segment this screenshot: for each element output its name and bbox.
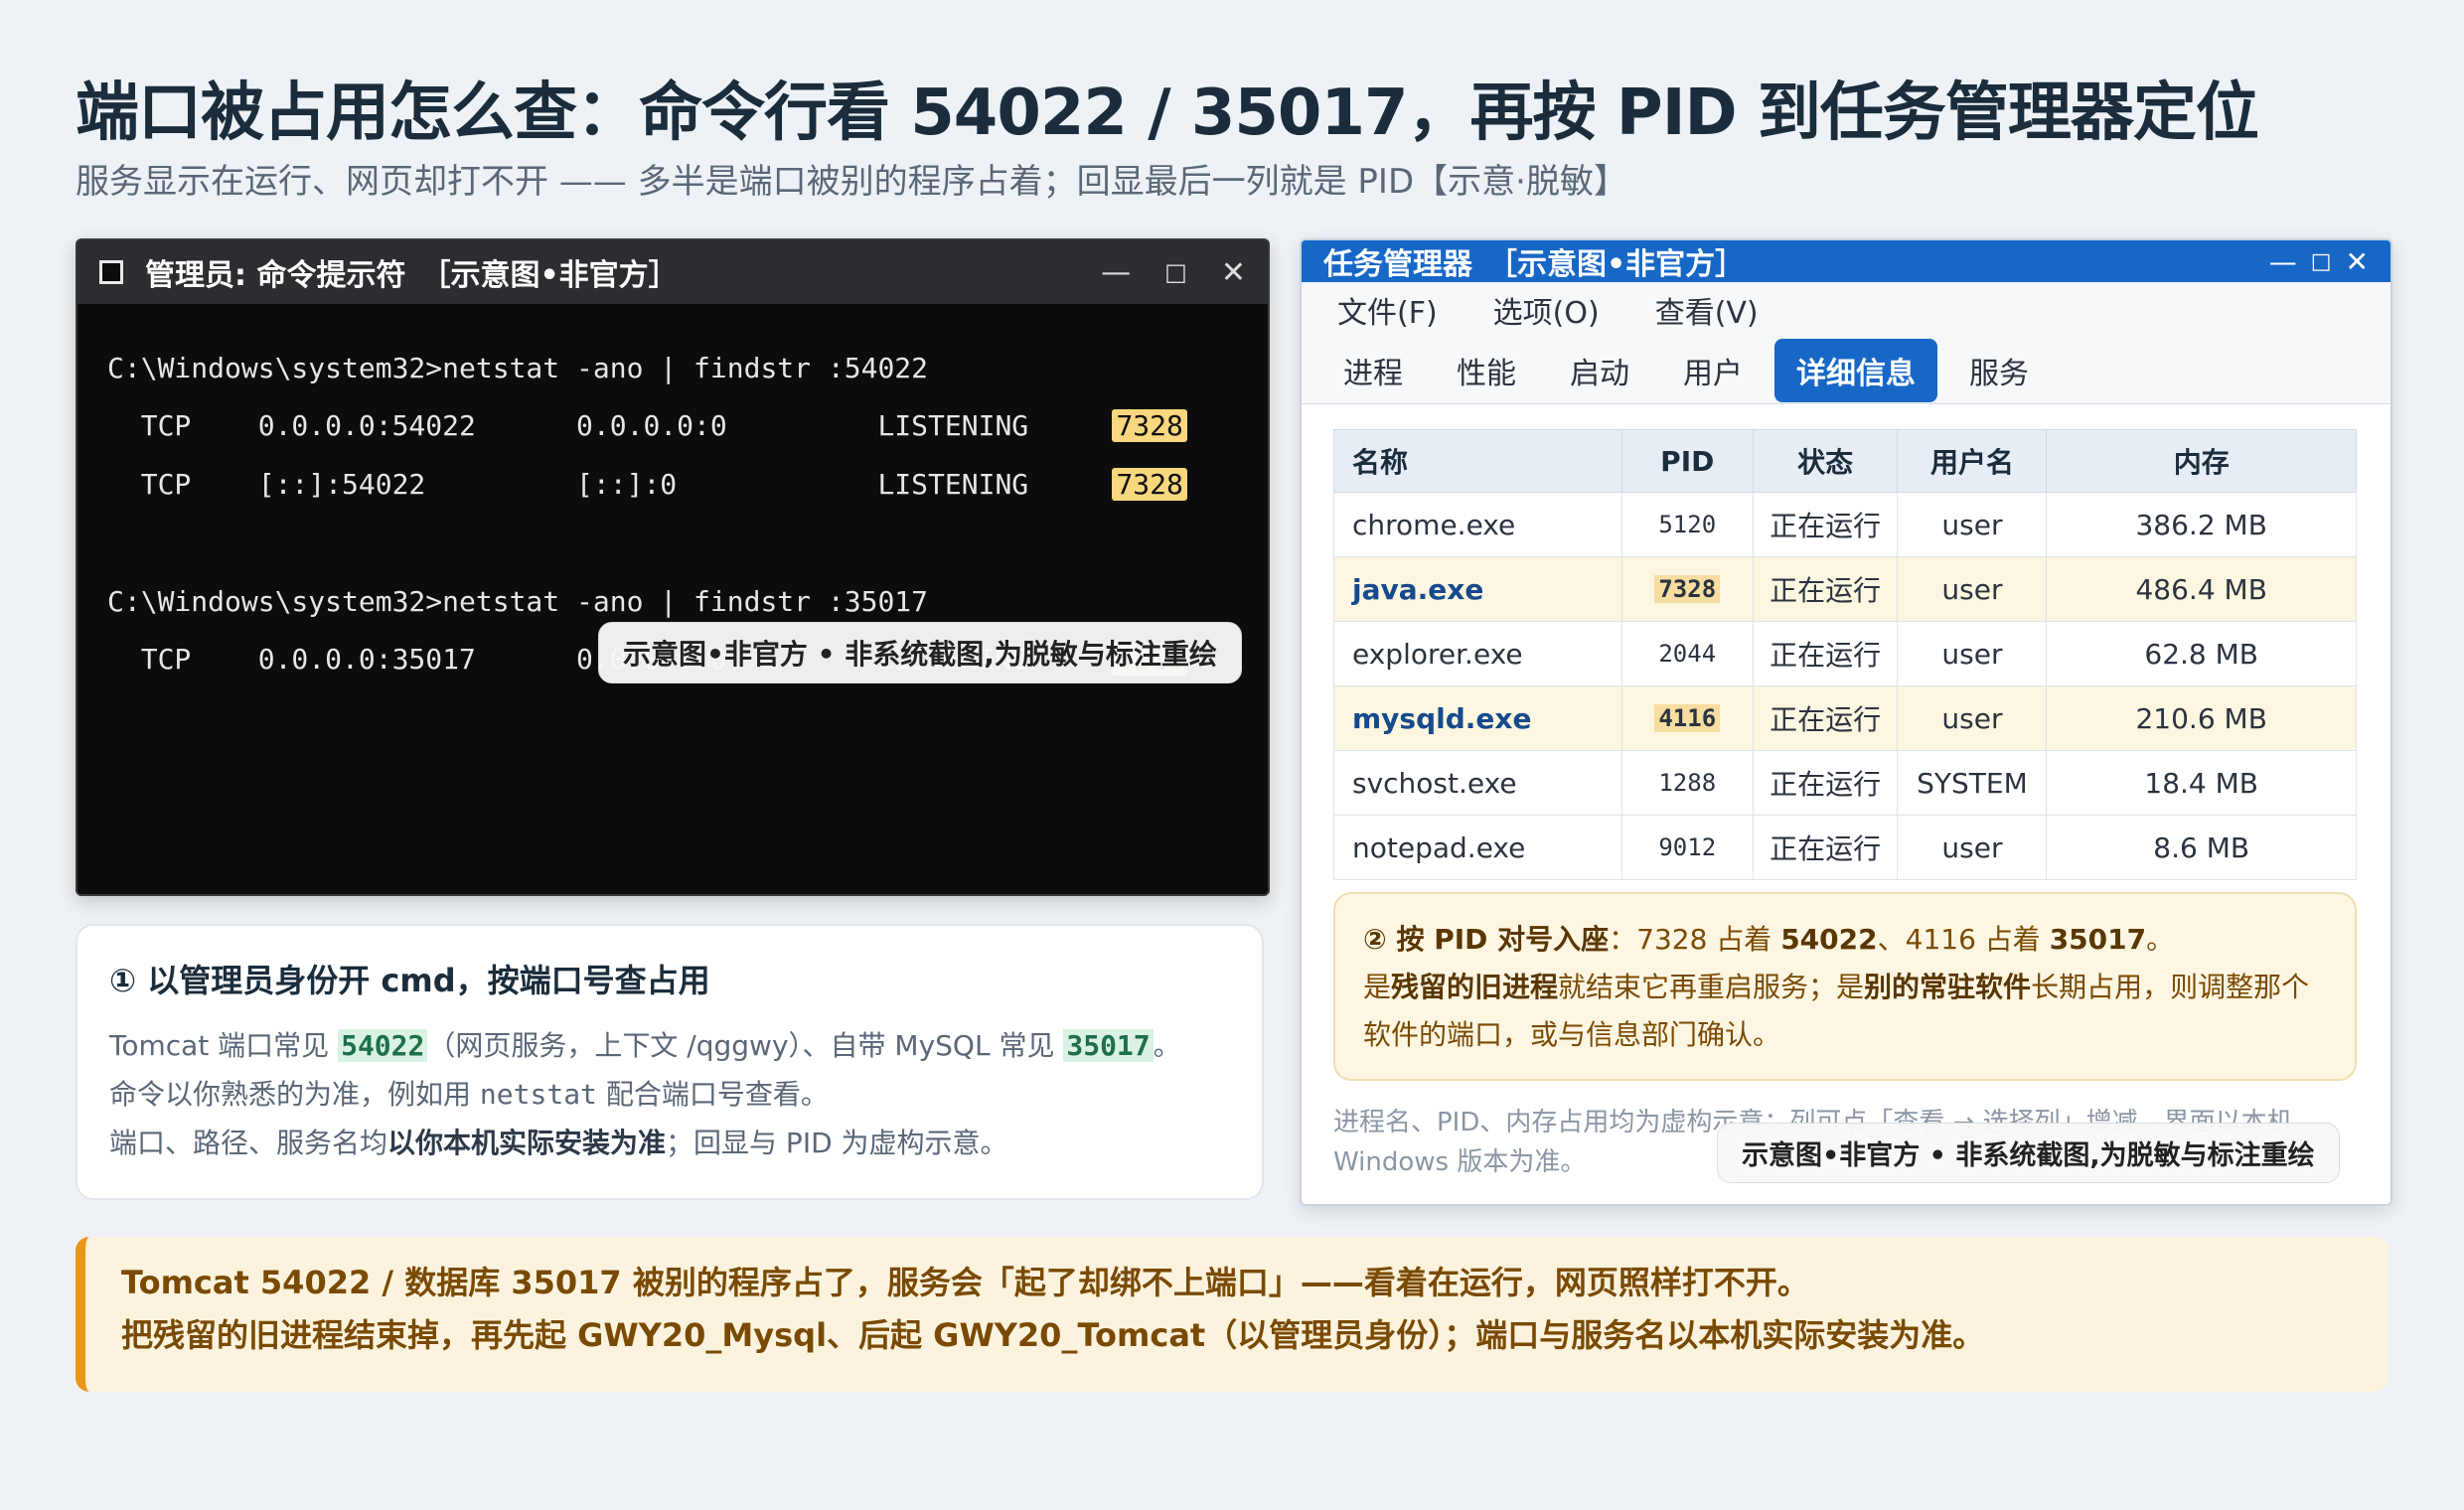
step-1-card: ① 以管理员身份开 cmd，按端口号查占用 Tomcat 端口常见 54022 （…: [76, 924, 1264, 1200]
console-line-command-1: C:\Windows\system32>netstat -ano | finds…: [107, 352, 929, 384]
step-2-note: ② 按 PID 对号入座：7328 占着 54022、4116 占着 35017…: [1333, 892, 2357, 1081]
pid-highlight: 7328: [1112, 468, 1187, 501]
page-title: 端口被占用怎么查：命令行看 54022 / 35017，再按 PID 到任务管理…: [76, 76, 2259, 150]
step-2-line-3: 软件的端口，或与信息部门确认。: [1363, 1018, 1781, 1051]
table-header-row: 名称 PID 状态 用户名 内存: [1333, 429, 2357, 493]
tab-bar: 进程 性能 启动 用户 详细信息 服务: [1302, 338, 2390, 404]
console-line-result-1: TCP 0.0.0.0:54022 0.0.0.0:0 LISTENING 73…: [107, 409, 1187, 442]
summary-banner: Tomcat 54022 / 数据库 35017 被别的程序占了，服务会「起了却…: [76, 1237, 2388, 1392]
menu-view[interactable]: 查看(V): [1655, 288, 1759, 332]
tab-details[interactable]: 详细信息: [1774, 339, 1937, 402]
minimize-icon[interactable]: —: [2269, 245, 2297, 278]
watermark-badge: 示意图•非官方 • 非系统截图,为脱敏与标注重绘: [1717, 1123, 2340, 1183]
step-1-line-2: 命令以你熟悉的为准，例如用 netstat 配合端口号查看。: [109, 1078, 829, 1111]
console-line-result-2: TCP [::]:54022 [::]:0 LISTENING 7328: [107, 468, 1187, 501]
close-icon[interactable]: ✕: [2346, 245, 2369, 278]
table-row[interactable]: chrome.exe 5120 正在运行 user 386.2 MB: [1333, 492, 2357, 557]
port-badge: 54022: [338, 1029, 428, 1062]
cmd-app-icon: [99, 260, 123, 284]
task-manager-window[interactable]: 任务管理器 ［示意图•非官方］ — □ ✕ 文件(F) 选项(O) 查看(V) …: [1300, 238, 2392, 1206]
cmd-titlebar[interactable]: 管理员: 命令提示符 ［示意图•非官方］ — □ ✕: [77, 240, 1268, 304]
menu-options[interactable]: 选项(O): [1493, 288, 1600, 332]
column-header-username[interactable]: 用户名: [1897, 429, 2048, 493]
pid-highlight: 4116: [1654, 704, 1721, 732]
table-row[interactable]: svchost.exe 1288 正在运行 SYSTEM 18.4 MB: [1333, 750, 2357, 816]
inline-command: netstat: [479, 1078, 597, 1111]
menu-file[interactable]: 文件(F): [1337, 288, 1438, 332]
table-row-highlighted[interactable]: java.exe 7328 正在运行 user 486.4 MB: [1333, 556, 2357, 622]
table-row-highlighted[interactable]: mysqld.exe 4116 正在运行 user 210.6 MB: [1333, 685, 2357, 751]
tab-processes[interactable]: 进程: [1321, 339, 1425, 402]
port-badge: 35017: [1063, 1029, 1154, 1062]
tab-startup[interactable]: 启动: [1548, 339, 1651, 402]
close-icon[interactable]: ✕: [1221, 255, 1246, 290]
console-line-command-2: C:\Windows\system32>netstat -ano | finds…: [107, 585, 929, 618]
pid-highlight: 7328: [1654, 575, 1721, 603]
cmd-window[interactable]: 管理员: 命令提示符 ［示意图•非官方］ — □ ✕ C:\Windows\sy…: [76, 238, 1270, 896]
column-header-pid[interactable]: PID: [1620, 429, 1754, 493]
tab-performance[interactable]: 性能: [1435, 339, 1538, 402]
step-1-heading: ① 以管理员身份开 cmd，按端口号查占用: [109, 962, 710, 999]
step-1-line-1: Tomcat 端口常见 54022 （网页服务，上下文 /qggwy）、自带 My…: [109, 1029, 1181, 1062]
step-1-text: Tomcat 端口常见 54022 （网页服务，上下文 /qggwy）、自带 My…: [109, 1021, 1230, 1167]
page-subtitle: 服务显示在运行、网页却打不开 —— 多半是端口被别的程序占着；回显最后一列就是 …: [76, 162, 1627, 202]
table-row[interactable]: notepad.exe 9012 正在运行 user 8.6 MB: [1333, 815, 2357, 880]
column-header-name[interactable]: 名称: [1333, 429, 1622, 493]
tab-services[interactable]: 服务: [1947, 339, 2051, 402]
menu-bar: 文件(F) 选项(O) 查看(V): [1302, 282, 2390, 338]
maximize-icon[interactable]: □: [2311, 249, 2332, 274]
task-manager-title: 任务管理器 ［示意图•非官方］: [1323, 247, 1746, 282]
step-1-line-3: 端口、路径、服务名均以你本机实际安装为准；回显与 PID 为虚构示意。: [109, 1127, 1008, 1159]
cmd-console[interactable]: C:\Windows\system32>netstat -ano | finds…: [77, 304, 1268, 894]
step-2-line-1: ② 按 PID 对号入座：7328 占着 54022、4116 占着 35017…: [1363, 923, 2175, 956]
summary-line-2: 把残留的旧进程结束掉，再先起 GWY20_Mysql、后起 GWY20_Tomc…: [121, 1316, 1985, 1354]
watermark-badge: 示意图•非官方 • 非系统截图,为脱敏与标注重绘: [598, 622, 1242, 683]
summary-line-1: Tomcat 54022 / 数据库 35017 被别的程序占了，服务会「起了却…: [121, 1264, 1809, 1301]
column-header-memory[interactable]: 内存: [2046, 429, 2357, 493]
minimize-icon[interactable]: —: [1101, 255, 1131, 290]
cmd-window-title: 管理员: 命令提示符 ［示意图•非官方］: [145, 258, 679, 293]
task-manager-titlebar[interactable]: 任务管理器 ［示意图•非官方］ — □ ✕: [1302, 240, 2390, 282]
step-2-line-2: 是残留的旧进程就结束它再重启服务；是别的常驻软件长期占用，则调整那个: [1363, 971, 2310, 1003]
table-row[interactable]: explorer.exe 2044 正在运行 user 62.8 MB: [1333, 621, 2357, 686]
tab-users[interactable]: 用户: [1661, 339, 1765, 402]
column-header-status[interactable]: 状态: [1752, 429, 1899, 493]
maximize-icon[interactable]: □: [1164, 258, 1187, 286]
pid-highlight: 7328: [1112, 409, 1187, 442]
process-table: 名称 PID 状态 用户名 内存 chrome.exe 5120 正在运行 us…: [1333, 429, 2357, 880]
